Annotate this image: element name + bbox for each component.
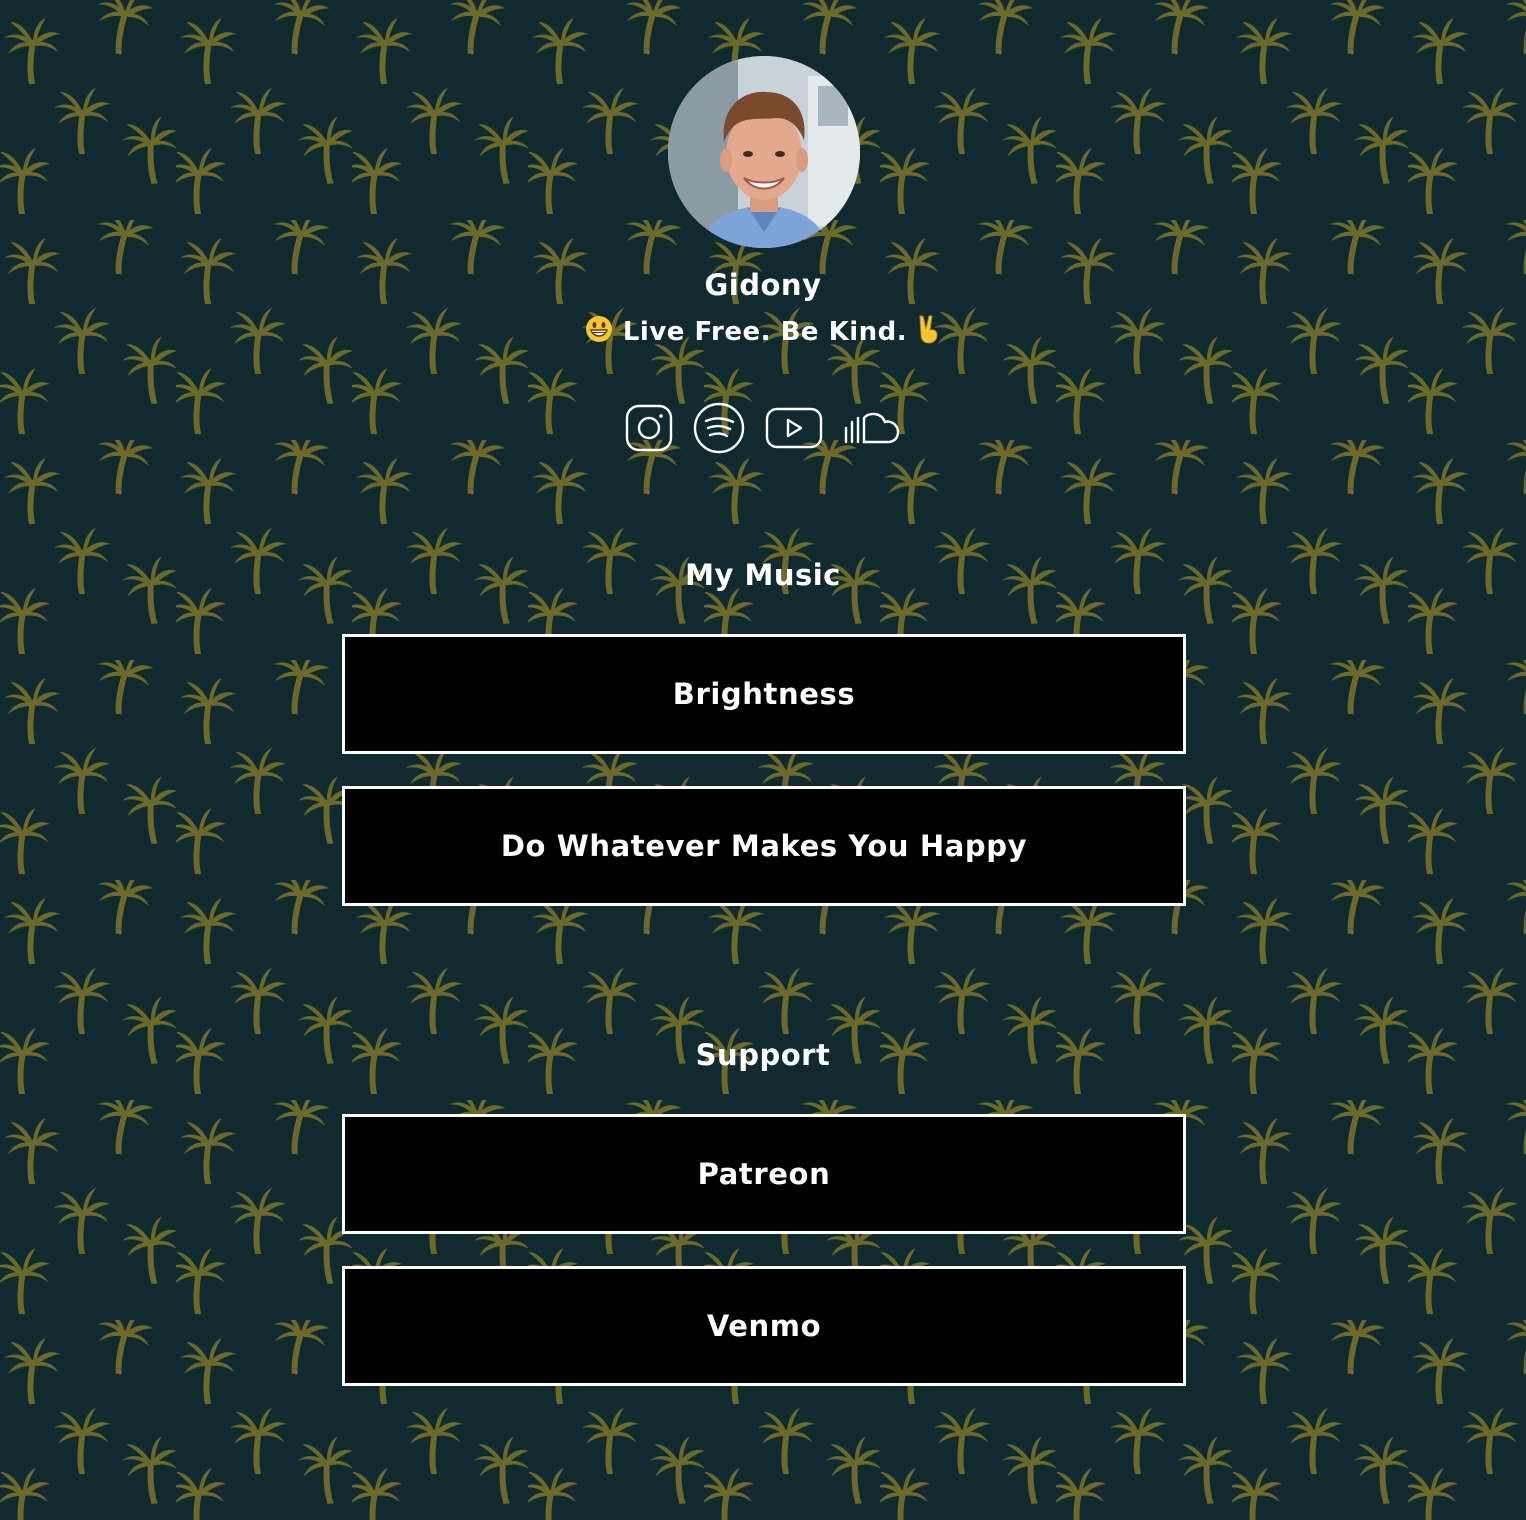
soundcloud-icon[interactable] bbox=[843, 410, 901, 446]
social-links bbox=[0, 402, 1526, 454]
instagram-icon[interactable] bbox=[625, 404, 673, 452]
link-button-venmo[interactable]: Venmo bbox=[342, 1266, 1186, 1386]
link-button-patreon[interactable]: Patreon bbox=[342, 1114, 1186, 1234]
avatar bbox=[668, 56, 860, 248]
link-button-do-whatever-makes-you-happy[interactable]: Do Whatever Makes You Happy bbox=[342, 786, 1186, 906]
grinning-face-emoji-icon bbox=[585, 315, 613, 350]
spotify-icon[interactable] bbox=[693, 402, 745, 454]
profile-name: Gidony bbox=[704, 268, 822, 302]
section-title-music: My Music bbox=[685, 558, 841, 592]
youtube-icon[interactable] bbox=[765, 407, 823, 449]
section-title-support: Support bbox=[695, 1038, 831, 1072]
bio-text: Live Free. Be Kind. bbox=[622, 317, 908, 347]
profile-page: Gidony Live Free. Be Kind. My Music Brig… bbox=[0, 0, 1526, 1520]
link-button-brightness[interactable]: Brightness bbox=[342, 634, 1186, 754]
profile-bio: Live Free. Be Kind. bbox=[0, 314, 1526, 351]
victory-hand-emoji-icon bbox=[917, 314, 941, 351]
